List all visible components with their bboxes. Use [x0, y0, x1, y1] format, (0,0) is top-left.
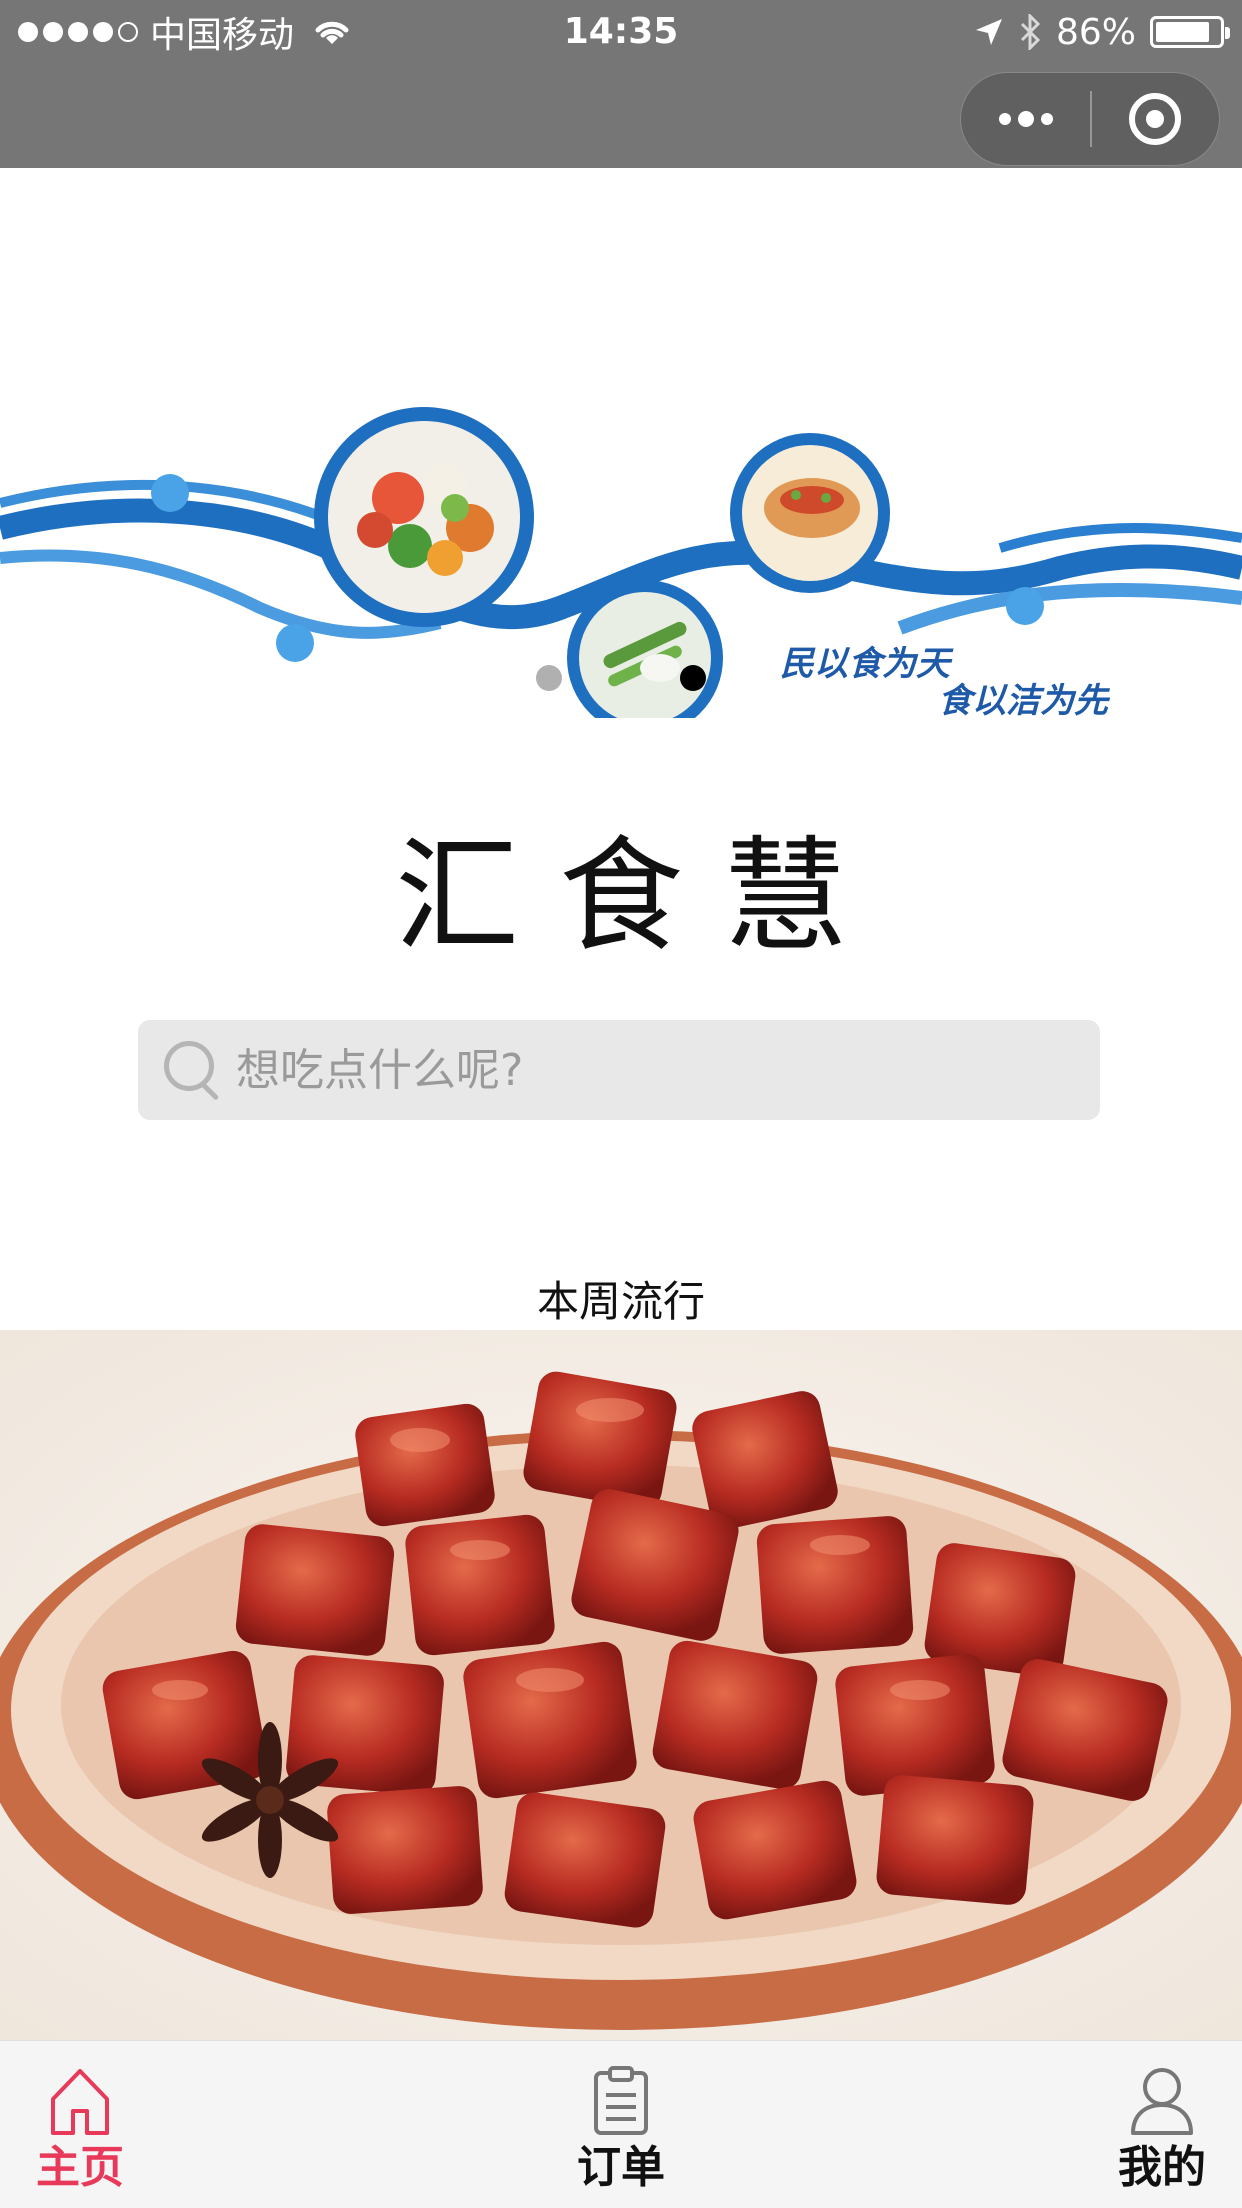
search-bar[interactable]	[138, 1020, 1100, 1120]
banner-image	[0, 407, 1242, 718]
tab-orders[interactable]: 订单	[521, 2065, 721, 2205]
location-arrow-icon	[975, 19, 1002, 45]
status-bar: 中国移动 14:35 86%	[0, 0, 1242, 168]
tab-orders-label: 订单	[577, 2142, 665, 2193]
mini-program-capsule	[960, 72, 1220, 166]
search-input[interactable]	[236, 1020, 1100, 1120]
tab-mine[interactable]: 我的	[1062, 2065, 1242, 2205]
tab-mine-label: 我的	[1118, 2142, 1206, 2193]
carousel-dot[interactable]	[536, 665, 562, 691]
section-title: 本周流行	[536, 1277, 705, 1326]
more-dots-icon[interactable]	[961, 73, 1090, 165]
tab-bar: 主页 订单 我的	[0, 2040, 1242, 2208]
app-title: 汇食慧	[394, 825, 887, 969]
featured-dish-image[interactable]	[0, 1330, 1242, 2040]
clipboard-icon	[594, 2066, 648, 2135]
battery-percentage: 86%	[1055, 11, 1136, 53]
home-icon	[51, 2069, 109, 2135]
bluetooth-icon	[1020, 14, 1041, 50]
status-right: 86%	[974, 8, 1230, 56]
carousel-indicators	[0, 665, 1242, 695]
battery-icon	[1150, 16, 1230, 48]
banner-carousel[interactable]: 民以食为天 食以洁为先	[0, 168, 1242, 718]
tab-home-label: 主页	[36, 2142, 124, 2193]
search-icon	[158, 1035, 228, 1105]
carousel-dot-active[interactable]	[680, 665, 706, 691]
tab-home[interactable]: 主页	[0, 2065, 180, 2205]
target-circle-icon[interactable]	[1092, 73, 1219, 165]
person-icon	[1131, 2068, 1193, 2135]
